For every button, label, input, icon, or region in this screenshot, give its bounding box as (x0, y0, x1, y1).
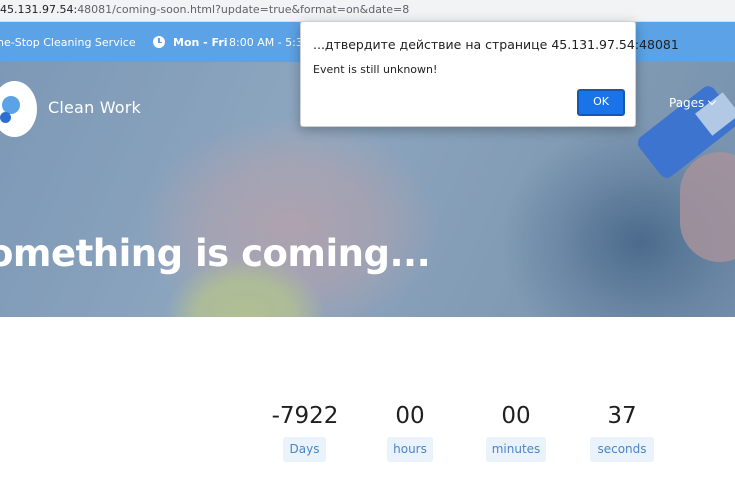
logo-sparkle-icon (14, 93, 18, 97)
alert-dialog: ...дтвердите действие на странице 45.131… (300, 21, 679, 127)
tagline: ne-Stop Cleaning Service (0, 36, 136, 49)
dialog-title: ...дтвердите действие на странице 45.131… (313, 37, 679, 52)
countdown-days-value: -7922 (271, 403, 339, 429)
nav-pages-dropdown[interactable]: Pages (669, 96, 717, 110)
countdown-hours-label: hours (387, 437, 433, 462)
address-bar[interactable]: 45.131.97.54:48081/coming-soon.html?upda… (0, 0, 735, 22)
url-path: 48081/coming-soon.html?update=true&forma… (77, 3, 410, 16)
dialog-message: Event is still unknown! (313, 63, 438, 76)
nav-pages-label: Pages (669, 96, 705, 110)
opening-hours: 8:00 AM - 5:30 (229, 36, 310, 49)
countdown-days-label: Days (283, 437, 326, 462)
clock-icon (153, 36, 165, 48)
countdown-minutes-value: 00 (501, 403, 531, 429)
brand-name[interactable]: Clean Work (48, 98, 141, 117)
hero-headline: omething is coming... (0, 232, 431, 275)
opening-days: Mon - Fri (173, 36, 228, 49)
countdown-seconds-value: 37 (607, 403, 637, 429)
countdown-seconds-label: seconds (590, 437, 654, 462)
countdown-minutes-label: minutes (486, 437, 546, 462)
logo-bubble-small-icon (0, 112, 11, 123)
countdown-hours-value: 00 (395, 403, 425, 429)
chevron-down-icon (708, 96, 717, 106)
url-host: 45.131.97.54: (0, 3, 78, 16)
ok-button[interactable]: OK (577, 89, 625, 116)
